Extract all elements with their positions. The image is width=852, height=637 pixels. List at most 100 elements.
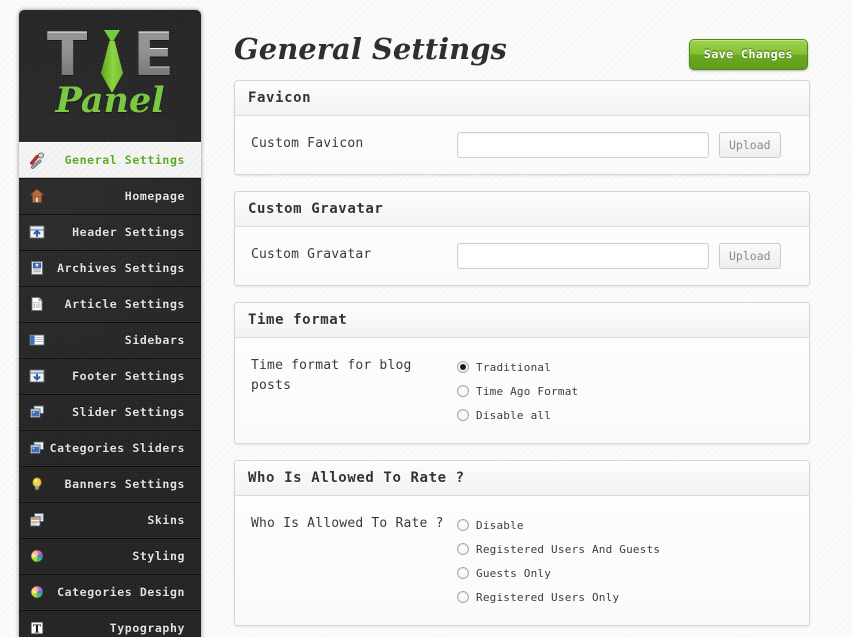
sidebar-item-categories-sliders[interactable]: Categories Sliders (19, 430, 201, 466)
panel-body: Who Is Allowed To Rate ? Disable Registere… (235, 496, 809, 625)
sidebar-item-sidebars[interactable]: Sidebars (19, 322, 201, 358)
tools-icon (28, 151, 46, 169)
sidebar-item-label: Typography (109, 621, 185, 635)
page-header: General Settings Save Changes (222, 18, 822, 80)
panel-header: Custom Gravatar (235, 192, 809, 227)
field-label: Who Is Allowed To Rate ? (251, 516, 444, 531)
tie-body-icon (101, 41, 123, 93)
sidebar-item-label: Categories Sliders (49, 441, 185, 455)
main-content: General Settings Save Changes Favicon Cus… (210, 0, 852, 637)
field-label: Custom Gravatar (251, 247, 372, 262)
house-icon (28, 187, 46, 205)
sidebar-item-label: Article Settings (64, 297, 185, 311)
field-row: Custom Favicon Upload (251, 132, 795, 158)
sidebar-item-styling[interactable]: Styling (19, 538, 201, 574)
app-logo[interactable]: T E Panel (19, 10, 201, 142)
panel-time-format: Time format Time format for blog posts Tra… (234, 302, 810, 444)
logo-tie-graphic: T E (47, 20, 174, 93)
logo-letter-t: T (47, 20, 88, 90)
stacked-images-icon (28, 439, 46, 457)
panel-title: Favicon (248, 90, 312, 106)
sidebar-item-categories-design[interactable]: Categories Design (19, 574, 201, 610)
sidebar-item-homepage[interactable]: Homepage (19, 178, 201, 214)
panel-header: Time format (235, 303, 809, 338)
footer-window-icon (28, 367, 46, 385)
sidebar-layout-icon (28, 331, 46, 349)
favicon-upload-button[interactable]: Upload (719, 132, 781, 158)
sidebar-item-label: Banners Settings (64, 477, 185, 491)
color-wheel-icon (28, 547, 46, 565)
radio-button[interactable] (457, 591, 469, 603)
field-control: Disable Registered Users And Guests Guests… (457, 512, 795, 609)
radio-button[interactable] (457, 543, 469, 555)
sidebar-item-slider-settings[interactable]: Slider Settings (19, 394, 201, 430)
custom-gravatar-input[interactable] (457, 243, 709, 269)
radio-button[interactable] (457, 519, 469, 531)
sidebar-item-label: Categories Design (57, 585, 185, 599)
panel-favicon: Favicon Custom Favicon Upload (234, 80, 810, 175)
radio-button[interactable] (457, 385, 469, 397)
field-label: Custom Favicon (251, 136, 364, 151)
settings-panels: Favicon Custom Favicon Upload Custom Gravat… (222, 80, 822, 626)
radio-label: Registered Users Only (476, 590, 620, 604)
lightbulb-icon (28, 475, 46, 493)
stacked-images-icon (28, 403, 46, 421)
panel-header: Who Is Allowed To Rate ? (235, 461, 809, 496)
panel-body: Time format for blog posts Traditional Tim… (235, 338, 809, 443)
sidebar-item-footer-settings[interactable]: Footer Settings (19, 358, 201, 394)
radio-label: Traditional (476, 360, 552, 374)
favicon-input[interactable] (457, 132, 709, 158)
radio-option[interactable]: Registered Users And Guests (457, 537, 660, 561)
sidebar-item-label: Homepage (124, 189, 185, 203)
skins-windows-icon (28, 511, 46, 529)
radio-option[interactable]: Disable (457, 513, 660, 537)
panel-header: Favicon (235, 81, 809, 116)
radio-option[interactable]: Traditional (457, 355, 578, 379)
archive-box-icon (28, 259, 46, 277)
field-row: Custom Gravatar Upload (251, 243, 795, 269)
radio-button-selected[interactable] (457, 361, 469, 373)
panel-title: Who Is Allowed To Rate ? (248, 470, 465, 486)
panel-title: Time format (248, 312, 348, 328)
sidebar-item-article-settings[interactable]: Article Settings (19, 286, 201, 322)
sidebar-nav: General Settings Homepage Header Settings A… (19, 142, 201, 637)
sidebar-item-label: Archives Settings (57, 261, 185, 275)
radio-label: Disable all (476, 408, 552, 422)
save-changes-button[interactable]: Save Changes (688, 39, 808, 70)
panel-body: Custom Gravatar Upload (235, 227, 809, 285)
panel-title: Custom Gravatar (248, 201, 384, 217)
panel-who-is-allowed-to-rate: Who Is Allowed To Rate ? Who Is Allowed T… (234, 460, 810, 626)
sidebar-item-label: Header Settings (72, 225, 185, 239)
sidebar-item-header-settings[interactable]: Header Settings (19, 214, 201, 250)
radio-option[interactable]: Disable all (457, 403, 578, 427)
field-control: Upload (457, 243, 795, 269)
radio-group-time-format: Traditional Time Ago Format Disable all (457, 354, 578, 427)
panel-body: Custom Favicon Upload (235, 116, 809, 174)
sidebar-item-banners-settings[interactable]: Banners Settings (19, 466, 201, 502)
sidebar-item-skins[interactable]: Skins (19, 502, 201, 538)
radio-label: Registered Users And Guests (476, 542, 661, 556)
sidebar-item-label: Skins (147, 513, 185, 527)
field-control: Traditional Time Ago Format Disable all (457, 354, 795, 427)
logo-letter-e: E (133, 20, 174, 90)
panel-custom-gravatar: Custom Gravatar Custom Gravatar Upload (234, 191, 810, 286)
sidebar-item-archives-settings[interactable]: Archives Settings (19, 250, 201, 286)
radio-label: Time Ago Format (476, 384, 579, 398)
radio-option[interactable]: Registered Users Only (457, 585, 660, 609)
header-window-icon (28, 223, 46, 241)
field-row: Time format for blog posts Traditional Tim… (251, 354, 795, 427)
radio-option[interactable]: Time Ago Format (457, 379, 578, 403)
sidebar-item-typography[interactable]: T Typography (19, 610, 201, 637)
sidebar-item-general-settings[interactable]: General Settings (19, 142, 201, 178)
radio-button[interactable] (457, 409, 469, 421)
tie-knot-icon (104, 30, 120, 43)
sidebar-item-label: Slider Settings (72, 405, 185, 419)
text-t-icon: T (28, 619, 46, 637)
field-label: Time format for blog posts (251, 358, 412, 393)
sidebar-item-label: Sidebars (124, 333, 185, 347)
radio-label: Disable (476, 518, 524, 532)
sidebar-item-label: Styling (132, 549, 185, 563)
radio-button[interactable] (457, 567, 469, 579)
radio-option[interactable]: Guests Only (457, 561, 660, 585)
custom-gravatar-upload-button[interactable]: Upload (719, 243, 781, 269)
